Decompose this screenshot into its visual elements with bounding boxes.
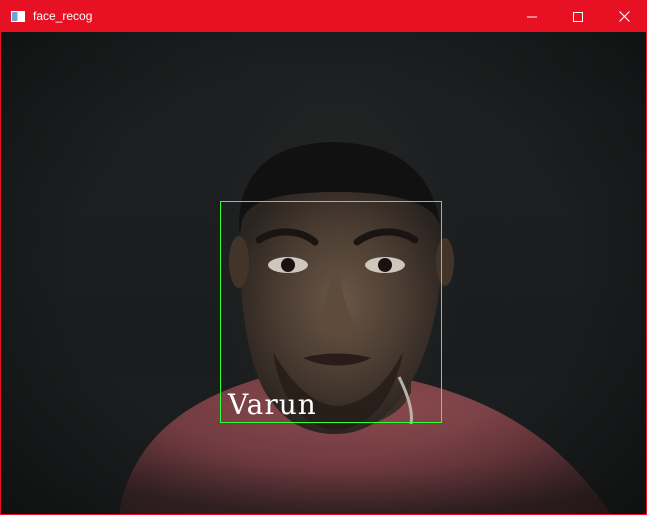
- minimize-icon: [527, 16, 537, 17]
- face-recognition-label: Varun: [228, 388, 317, 421]
- camera-frame: Varun: [1, 32, 646, 514]
- window-title: face_recog: [33, 9, 93, 23]
- app-window-icon: [11, 11, 25, 22]
- title-bar[interactable]: face_recog: [1, 1, 646, 32]
- minimize-button[interactable]: [509, 1, 555, 32]
- webcam-image: [1, 32, 646, 514]
- maximize-icon: [573, 11, 583, 22]
- app-window: face_recog Varun: [0, 0, 647, 515]
- maximize-button[interactable]: [555, 1, 601, 32]
- close-button[interactable]: [601, 1, 646, 32]
- close-icon: [618, 11, 630, 22]
